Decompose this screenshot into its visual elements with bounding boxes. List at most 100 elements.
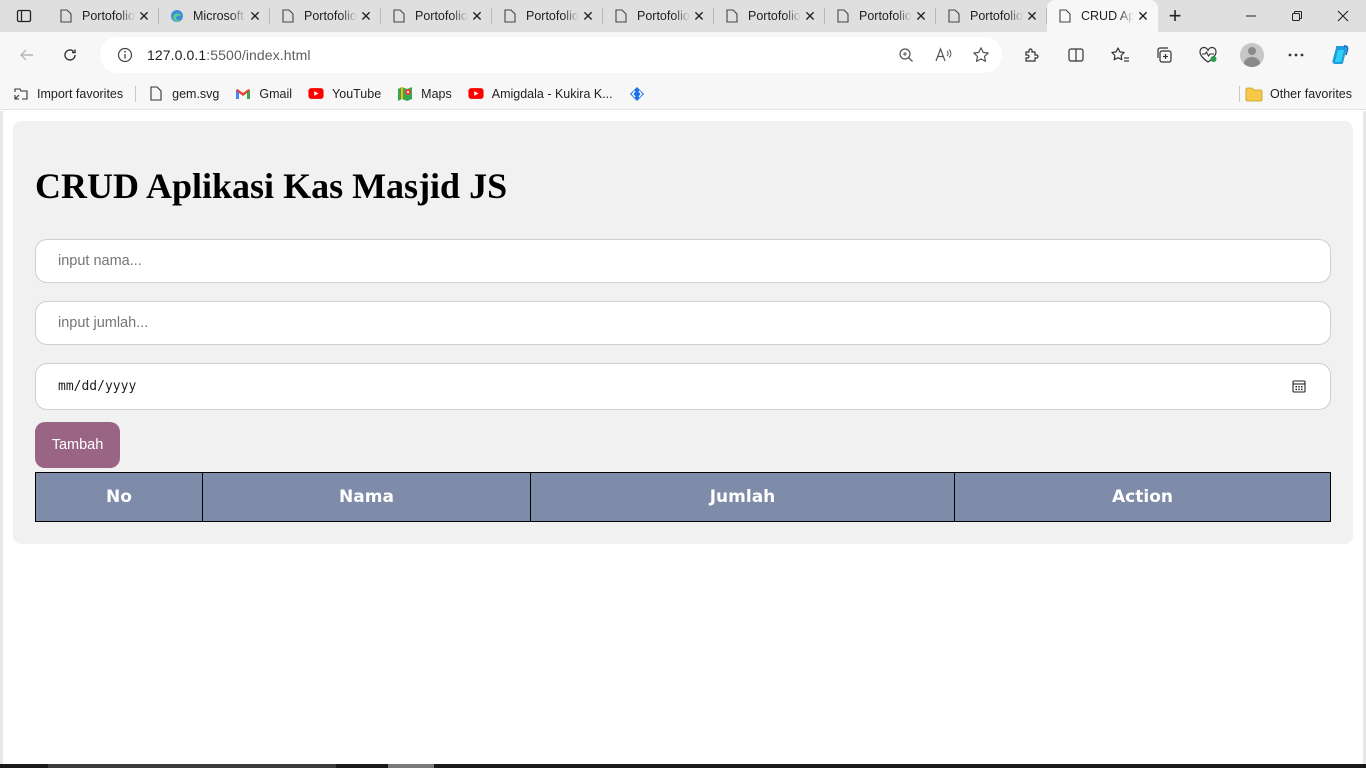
read-aloud-icon[interactable] [934, 47, 952, 63]
tab-title: Portofolio [304, 9, 357, 23]
favorite-youtube[interactable]: YouTube [308, 86, 381, 102]
tab-actions-icon [16, 9, 32, 23]
favorites-button[interactable] [1098, 32, 1142, 78]
favorite-amigdala[interactable]: Amigdala - Kukira K... [468, 86, 613, 102]
profile-button[interactable] [1230, 32, 1274, 78]
jumlah-input[interactable]: input jumlah... [35, 301, 1331, 345]
url-text[interactable]: 127.0.0.1:5500/index.html [147, 47, 311, 63]
tab-portofolio-6[interactable]: Portofolio ✕ [714, 0, 825, 32]
tab-strip: Portofolio ✕ Microsoft ✕ Portofolio ✕ Po… [0, 0, 1366, 32]
page-icon [1057, 8, 1073, 24]
edge-icon [169, 8, 185, 24]
tab-portofolio-8[interactable]: Portofolio ✕ [936, 0, 1047, 32]
close-icon[interactable]: ✕ [1134, 7, 1152, 25]
column-header-no: No [36, 473, 203, 521]
favorite-label: Gmail [259, 86, 293, 101]
navigation-bar: 127.0.0.1:5500/index.html [0, 32, 1366, 78]
arrow-left-icon [20, 49, 33, 61]
close-icon[interactable]: ✕ [801, 7, 819, 25]
date-input[interactable]: mm/dd/yyyy [35, 363, 1331, 410]
page-icon [502, 8, 518, 24]
page-viewport: CRUD Aplikasi Kas Masjid JS input nama..… [0, 111, 1366, 768]
tab-portofolio-3[interactable]: Portofolio ✕ [381, 0, 492, 32]
tab-portofolio-4[interactable]: Portofolio ✕ [492, 0, 603, 32]
split-screen-button[interactable] [1054, 32, 1098, 78]
column-header-action: Action [1112, 487, 1173, 507]
avatar [1240, 43, 1264, 67]
page-icon [58, 8, 74, 24]
favorite-gem-svg[interactable]: gem.svg [148, 86, 219, 102]
tab-portofolio-1[interactable]: Portofolio ✕ [48, 0, 159, 32]
tab-title: Portofolio [970, 9, 1023, 23]
taskbar-edge [0, 764, 1366, 768]
favorite-label: gem.svg [172, 86, 220, 101]
restore-icon [1292, 11, 1302, 21]
close-icon[interactable]: ✕ [357, 7, 375, 25]
url-path: :5500/index.html [206, 47, 311, 63]
youtube-icon [468, 86, 484, 102]
page-icon [724, 8, 740, 24]
other-favorites[interactable]: Other favorites [1245, 78, 1352, 110]
close-icon[interactable]: ✕ [246, 7, 264, 25]
tab-actions-button[interactable] [0, 0, 48, 32]
address-bar[interactable]: 127.0.0.1:5500/index.html [100, 37, 1002, 73]
tab-title: Portofolio [526, 9, 579, 23]
file-icon [148, 86, 164, 102]
favorites-divider [135, 85, 137, 102]
tab-title: Portofolio [415, 9, 468, 23]
new-tab-button[interactable]: + [1158, 0, 1192, 32]
page-title: CRUD Aplikasi Kas Masjid JS [35, 166, 508, 206]
favorite-maps[interactable]: Maps [397, 86, 452, 102]
close-icon[interactable]: ✕ [135, 7, 153, 25]
close-icon[interactable]: ✕ [690, 7, 708, 25]
close-icon[interactable]: ✕ [1023, 7, 1041, 25]
tab-microsoft[interactable]: Microsoft ✕ [159, 0, 270, 32]
tab-portofolio-5[interactable]: Portofolio ✕ [603, 0, 714, 32]
favorite-gmail[interactable]: Gmail [235, 86, 292, 102]
refresh-button[interactable] [52, 37, 88, 73]
tab-title: Microsoft [193, 9, 244, 23]
jumlah-placeholder: input jumlah... [58, 315, 149, 331]
window-controls [1228, 0, 1366, 32]
browser-essentials-button[interactable] [1186, 32, 1230, 78]
tab-title: Portofolio [859, 9, 912, 23]
maps-icon [397, 86, 413, 102]
plus-icon: + [1168, 3, 1182, 28]
tab-portofolio-2[interactable]: Portofolio ✕ [270, 0, 381, 32]
close-icon [1337, 10, 1349, 22]
code-icon [629, 86, 645, 102]
split-screen-icon [1068, 48, 1084, 62]
favorite-import[interactable]: Import favorites [13, 86, 123, 102]
collections-button[interactable] [1142, 32, 1186, 78]
close-window-button[interactable] [1320, 0, 1366, 32]
favorite-label: YouTube [332, 86, 382, 101]
back-button[interactable] [9, 37, 45, 73]
close-icon[interactable]: ✕ [912, 7, 930, 25]
favorite-code[interactable] [629, 86, 653, 102]
minimize-icon [1246, 15, 1256, 17]
favorites-bar: Import favorites gem.svg Gmail YouTube M… [0, 78, 1366, 110]
page-icon [280, 8, 296, 24]
tab-portofolio-7[interactable]: Portofolio ✕ [825, 0, 936, 32]
copilot-button[interactable] [1318, 32, 1362, 78]
extensions-button[interactable] [1010, 32, 1054, 78]
close-icon[interactable]: ✕ [579, 7, 597, 25]
refresh-icon [64, 49, 76, 61]
minimize-button[interactable] [1228, 0, 1274, 32]
nama-input[interactable]: input nama... [35, 239, 1331, 283]
taskbar-segment [48, 764, 336, 768]
more-icon [1288, 53, 1304, 57]
zoom-icon[interactable] [898, 47, 914, 63]
favorite-star-icon[interactable] [972, 46, 990, 64]
close-icon[interactable]: ✕ [468, 7, 486, 25]
restore-button[interactable] [1274, 0, 1320, 32]
info-icon[interactable] [117, 47, 133, 63]
favorite-label: Amigdala - Kukira K... [491, 86, 613, 101]
calendar-icon[interactable] [1292, 379, 1306, 393]
page-icon [835, 8, 851, 24]
add-button[interactable]: Tambah [35, 422, 120, 468]
taskbar-segment [388, 764, 434, 768]
tab-crud-active[interactable]: CRUD Aplikasi ✕ [1047, 0, 1158, 32]
settings-more-button[interactable] [1274, 32, 1318, 78]
collections-icon [1157, 47, 1172, 63]
